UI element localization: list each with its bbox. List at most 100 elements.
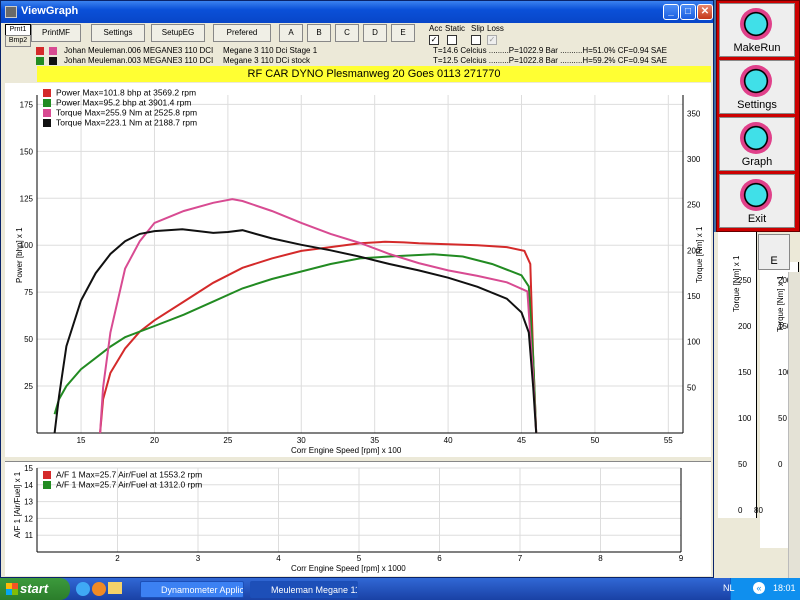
- af-y-tick-label: 12: [24, 514, 33, 523]
- exit-label: Exit: [747, 213, 767, 225]
- y-tick-label: 175: [20, 100, 34, 109]
- background-tick-label: 150: [738, 368, 752, 377]
- background-tick-label: 200: [738, 322, 752, 331]
- main-legend-swatch: [43, 118, 51, 127]
- slip-checkbox[interactable]: [471, 35, 481, 45]
- af-x-tick-label: 6: [437, 554, 442, 563]
- series-line-4: [53, 228, 538, 434]
- run2-color-1: [36, 57, 44, 65]
- exit-button[interactable]: Exit: [719, 174, 795, 228]
- panel-settings-button[interactable]: Settings: [719, 60, 795, 114]
- af-x-tick-label: 9: [679, 554, 684, 563]
- control-panel: MakeRun Settings Graph Exit: [716, 0, 800, 232]
- run-a-button[interactable]: A: [279, 24, 303, 42]
- run-d-button[interactable]: D: [363, 24, 387, 42]
- setupeg-button[interactable]: SetupEG: [151, 24, 205, 42]
- language-indicator[interactable]: NL: [723, 583, 735, 593]
- dyno-banner: RF CAR DYNO Plesmanweg 20 Goes 0113 2717…: [37, 66, 711, 82]
- static-checkbox[interactable]: [447, 35, 457, 45]
- app-icon: [5, 6, 17, 18]
- y-right-axis-label: Torque [Nm] x 1: [695, 226, 704, 283]
- af-x-tick-label: 4: [276, 554, 281, 563]
- tray-arrow-icon[interactable]: «: [753, 582, 765, 594]
- minimize-button[interactable]: _: [663, 4, 679, 20]
- toggle-slip-label: Slip: [471, 24, 485, 33]
- x-tick-label: 45: [517, 436, 526, 445]
- run1-conditions: T=14.6 Celcius .........P=1022.9 Bar ...…: [433, 46, 667, 55]
- prefered-button[interactable]: Prefered: [213, 24, 271, 42]
- settings-button[interactable]: Settings: [91, 24, 145, 42]
- af-legend-swatch: [43, 480, 51, 489]
- system-tray: NL « 18:01: [723, 578, 800, 600]
- acc-checkbox[interactable]: ✓: [429, 35, 439, 45]
- y2-tick-label: 150: [687, 292, 701, 301]
- taskbar-dyno-app[interactable]: Dynamometer Applica...: [140, 581, 244, 598]
- quicklaunch-ie-icon[interactable]: [76, 582, 90, 596]
- x-tick-label: 55: [664, 436, 673, 445]
- makerun-label: MakeRun: [733, 42, 781, 54]
- window-title: ViewGraph: [21, 5, 79, 17]
- y-tick-label: 50: [24, 335, 33, 344]
- af-x-tick-label: 3: [196, 554, 201, 563]
- y2-tick-label: 250: [687, 201, 701, 210]
- af-legend-item: A/F 1 Max=25.7 Air/Fuel at 1553.2 rpm: [43, 469, 202, 480]
- x-tick-label: 30: [297, 436, 306, 445]
- x-tick-label: 50: [590, 436, 599, 445]
- run2-name: Johan Meuleman.003 MEGANE3 110 DCI: [64, 56, 214, 65]
- x-tick-label: 35: [370, 436, 379, 445]
- printmf-button[interactable]: PrintMF: [31, 24, 81, 42]
- background-tick-label: 50: [738, 460, 747, 469]
- y-tick-label: 75: [24, 288, 33, 297]
- background-tick-label: 0: [738, 506, 743, 515]
- x-tick-label: 40: [444, 436, 453, 445]
- run-b-button[interactable]: B: [307, 24, 331, 42]
- y2-tick-label: 300: [687, 155, 701, 164]
- makerun-button[interactable]: MakeRun: [719, 3, 795, 57]
- bmp2-button[interactable]: Bmp2: [5, 35, 31, 47]
- main-legend-text: Torque Max=223.1 Nm at 2188.7 rpm: [56, 117, 198, 128]
- af-y-tick-label: 11: [25, 531, 34, 540]
- title-bar[interactable]: ViewGraph _ □ ✕: [1, 1, 713, 23]
- run-info-area: Johan Meuleman.006 MEGANE3 110 DCI Megan…: [35, 45, 711, 67]
- toggle-acc-label: Acc: [429, 24, 443, 33]
- main-legend-item: Torque Max=223.1 Nm at 2188.7 rpm: [43, 117, 198, 128]
- start-button[interactable]: start: [0, 578, 70, 600]
- y-tick-label: 25: [24, 382, 33, 391]
- af-legend-swatch: [43, 470, 51, 479]
- clock: 18:01: [773, 583, 796, 593]
- series-line-2: [53, 253, 538, 434]
- windows-logo-icon: [6, 583, 18, 595]
- close-button[interactable]: ✕: [697, 4, 713, 20]
- quicklaunch-folder-icon[interactable]: [108, 582, 122, 594]
- power-torque-chart: 15 20 25 30 35 40 45 50 552550751001251501755010…: [20, 95, 701, 445]
- taskbar-meuleman-label: Meuleman Megane 11...: [271, 585, 358, 595]
- af-x-tick-label: 5: [357, 554, 362, 563]
- taskbar-meuleman-file[interactable]: Meuleman Megane 11...: [250, 581, 358, 598]
- series-line-3: [99, 198, 538, 434]
- af-legend: A/F 1 Max=25.7 Air/Fuel at 1553.2 rpm A/F…: [43, 469, 202, 490]
- run-e-button[interactable]: E: [391, 24, 415, 42]
- start-label: start: [20, 581, 49, 596]
- run2-color-2: [49, 57, 57, 65]
- run1-color-1: [36, 47, 44, 55]
- series-line-1: [99, 240, 538, 434]
- graph-button[interactable]: Graph: [719, 117, 795, 171]
- settings-icon: [740, 65, 772, 97]
- x-tick-label: 20: [150, 436, 159, 445]
- loss-checkbox[interactable]: ✓: [487, 35, 497, 45]
- main-legend: Power Max=101.8 bhp at 3569.2 rpm Power M…: [43, 87, 198, 128]
- quicklaunch-firefox-icon[interactable]: [92, 582, 106, 596]
- y2-tick-label: 100: [687, 338, 701, 347]
- y-tick-label: 150: [20, 147, 34, 156]
- background-scrollbar[interactable]: [788, 272, 800, 578]
- background-e-button[interactable]: E: [758, 234, 790, 270]
- af-x-tick-label: 8: [598, 554, 603, 563]
- maximize-button[interactable]: □: [680, 4, 696, 20]
- af-x-tick-label: 2: [115, 554, 120, 563]
- background-x-tick: 80: [754, 506, 763, 515]
- x-axis-label: Corr Engine Speed [rpm] x 100: [291, 446, 402, 455]
- background-tick-label-2: 50: [778, 414, 787, 423]
- background-tick-label: 250: [738, 276, 752, 285]
- run-c-button[interactable]: C: [335, 24, 359, 42]
- run1-color-2: [49, 47, 57, 55]
